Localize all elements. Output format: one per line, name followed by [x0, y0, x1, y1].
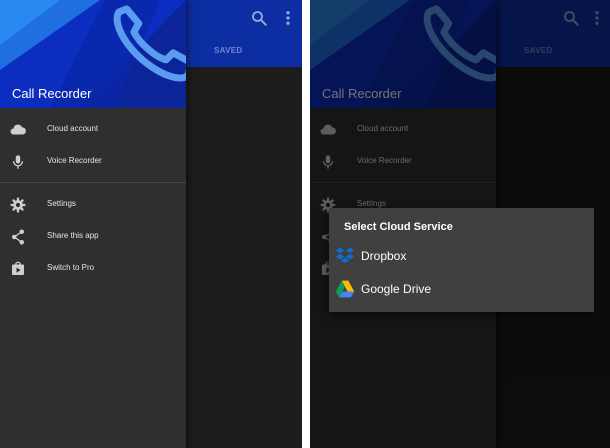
dialog-title: Select Cloud Service: [344, 221, 453, 233]
drawer-header: Call Recorder: [0, 0, 186, 108]
menu-item-cloud-account[interactable]: Cloud account: [0, 116, 186, 144]
menu-item-label: Settings: [47, 199, 76, 208]
drawer-title: Call Recorder: [12, 86, 92, 101]
option-dropbox[interactable]: Dropbox: [329, 242, 594, 272]
share-icon: [12, 229, 24, 245]
menu-item-voice-recorder[interactable]: Voice Recorder: [0, 148, 186, 176]
dropbox-icon: [335, 247, 355, 264]
option-google-drive[interactable]: Google Drive: [329, 275, 594, 305]
menu-item-label: Voice Recorder: [47, 156, 102, 165]
menu-item-settings[interactable]: Settings: [0, 191, 186, 219]
navigation-drawer: Call Recorder Cloud account Voice Record…: [0, 0, 186, 448]
shop-icon: [12, 261, 24, 275]
select-cloud-service-dialog: Select Cloud Service Dropbox Google Driv…: [329, 208, 594, 312]
search-icon[interactable]: [250, 9, 268, 27]
google-drive-icon: [335, 280, 355, 298]
option-label: Dropbox: [361, 249, 407, 263]
menu-item-label: Cloud account: [47, 124, 99, 133]
more-options-icon[interactable]: [279, 9, 297, 27]
screen-drawer-open: SAVED Call Recorder Cloud account Voice …: [0, 0, 302, 448]
gear-icon: [10, 197, 26, 213]
menu-item-label: Switch to Pro: [47, 263, 95, 272]
tab-saved[interactable]: SAVED: [214, 46, 242, 55]
menu-divider: [0, 182, 186, 183]
screen-cloud-dialog: SAVED Call Recorder Cloud account: [310, 0, 610, 448]
cloud-icon: [10, 124, 26, 135]
menu-item-share-app[interactable]: Share this app: [0, 223, 186, 251]
menu-item-switch-to-pro[interactable]: Switch to Pro: [0, 255, 186, 283]
option-label: Google Drive: [361, 282, 432, 296]
microphone-icon: [12, 155, 24, 169]
menu-item-label: Share this app: [47, 231, 99, 240]
